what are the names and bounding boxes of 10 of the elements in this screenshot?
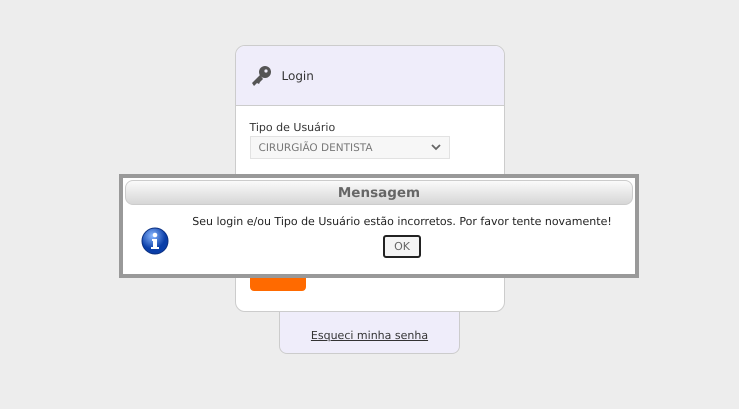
dialog-title: Mensagem bbox=[125, 180, 633, 205]
info-icon bbox=[141, 227, 169, 255]
field-label: Tipo de Usuário bbox=[250, 121, 336, 134]
chevron-down-icon bbox=[430, 144, 440, 151]
key-icon bbox=[250, 64, 272, 86]
ok-button[interactable]: OK bbox=[383, 235, 421, 258]
card-title: Login bbox=[282, 68, 314, 82]
forgot-password-link[interactable]: Esqueci minha senha bbox=[310, 329, 428, 342]
dialog-message: Seu login e/ou Tipo de Usuário estão incorretos. Por favor tente novamente! bbox=[192, 215, 612, 228]
user-type-select[interactable]: CIRURGIÃO DENTISTA bbox=[250, 136, 450, 159]
